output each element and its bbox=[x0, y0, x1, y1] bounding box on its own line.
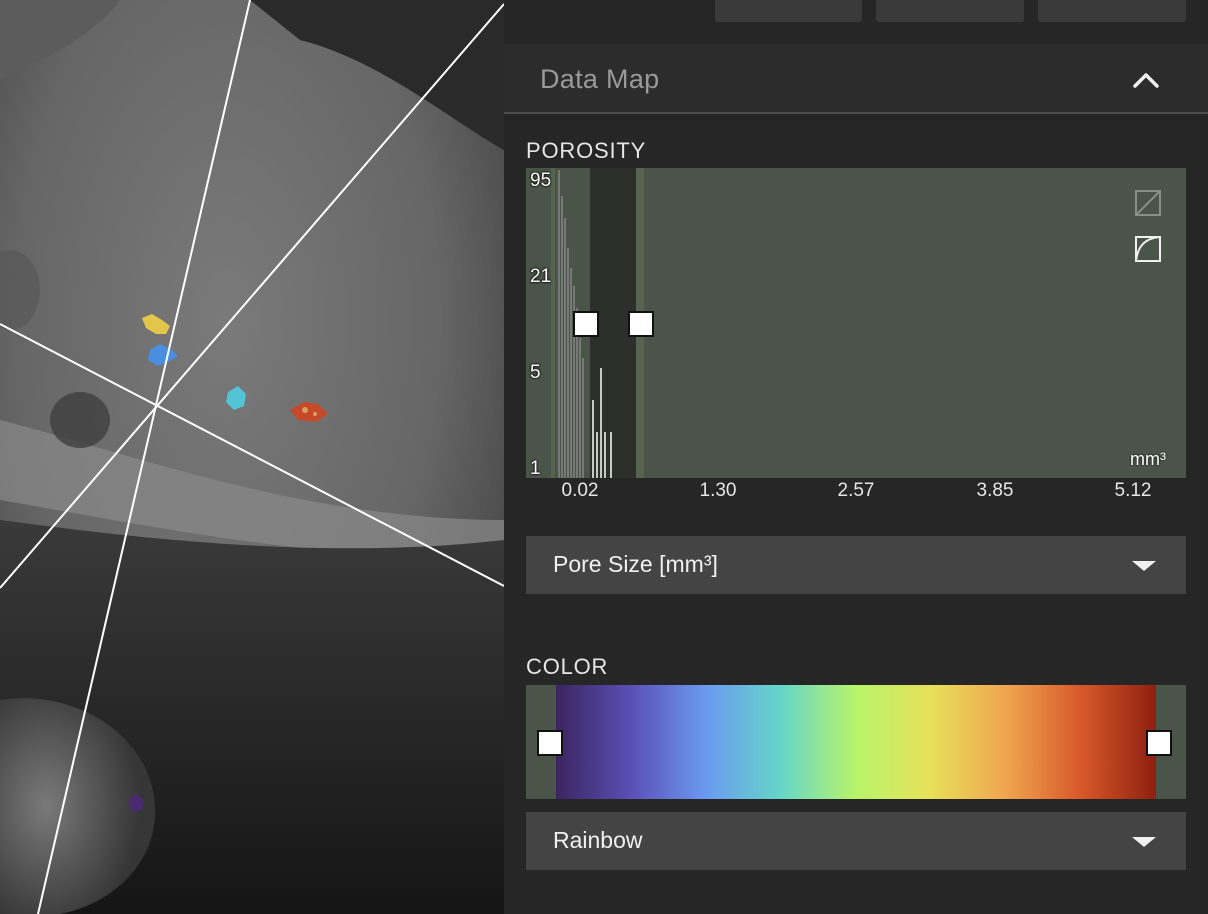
section-title: Data Map bbox=[540, 64, 660, 94]
linear-scale-icon[interactable] bbox=[1134, 189, 1162, 217]
x-tick-label: 1.30 bbox=[699, 480, 737, 501]
properties-panel: Data Map POROSITY 95 21 5 1 mm³ 0.02 1.3… bbox=[504, 0, 1208, 914]
ct-slice-viewport[interactable] bbox=[0, 0, 504, 914]
data-map-section-header[interactable]: Data Map bbox=[504, 44, 1208, 114]
caret-down-icon bbox=[1132, 561, 1156, 571]
color-min-handle[interactable] bbox=[537, 730, 563, 756]
color-range-bar[interactable] bbox=[526, 685, 1186, 799]
ct-slice-image bbox=[0, 0, 504, 914]
y-tick-label: 95 bbox=[530, 170, 552, 191]
color-max-handle[interactable] bbox=[1146, 730, 1172, 756]
x-tick-label: 5.12 bbox=[1114, 480, 1152, 501]
dropdown-value: Pore Size [mm³] bbox=[553, 551, 718, 577]
range-min-handle[interactable] bbox=[573, 311, 599, 337]
y-tick-label: 21 bbox=[530, 266, 552, 287]
colormap-dropdown[interactable]: Rainbow bbox=[526, 812, 1186, 870]
histogram-bars bbox=[551, 168, 644, 478]
range-max-handle[interactable] bbox=[628, 311, 654, 337]
x-tick-label: 3.85 bbox=[976, 480, 1014, 501]
caret-down-icon bbox=[1132, 837, 1156, 847]
porosity-label: POROSITY bbox=[526, 138, 647, 163]
porosity-histogram[interactable]: 95 21 5 1 mm³ bbox=[526, 168, 1186, 478]
dropdown-value: Rainbow bbox=[553, 827, 643, 853]
color-label: COLOR bbox=[526, 654, 609, 679]
pore-property-dropdown[interactable]: Pore Size [mm³] bbox=[526, 536, 1186, 594]
top-toolbar-button-3[interactable] bbox=[1038, 0, 1186, 22]
top-toolbar-button-2[interactable] bbox=[876, 0, 1024, 22]
colormap-gradient bbox=[556, 685, 1156, 799]
x-tick-label: 0.02 bbox=[561, 480, 599, 501]
x-tick-label: 2.57 bbox=[837, 480, 875, 501]
top-toolbar-button-1[interactable] bbox=[715, 0, 862, 22]
y-tick-label: 5 bbox=[530, 362, 541, 383]
chevron-up-icon[interactable] bbox=[1130, 64, 1162, 96]
log-scale-icon[interactable] bbox=[1134, 235, 1162, 263]
unit-label: mm³ bbox=[1130, 449, 1166, 469]
y-tick-label: 1 bbox=[530, 458, 541, 478]
